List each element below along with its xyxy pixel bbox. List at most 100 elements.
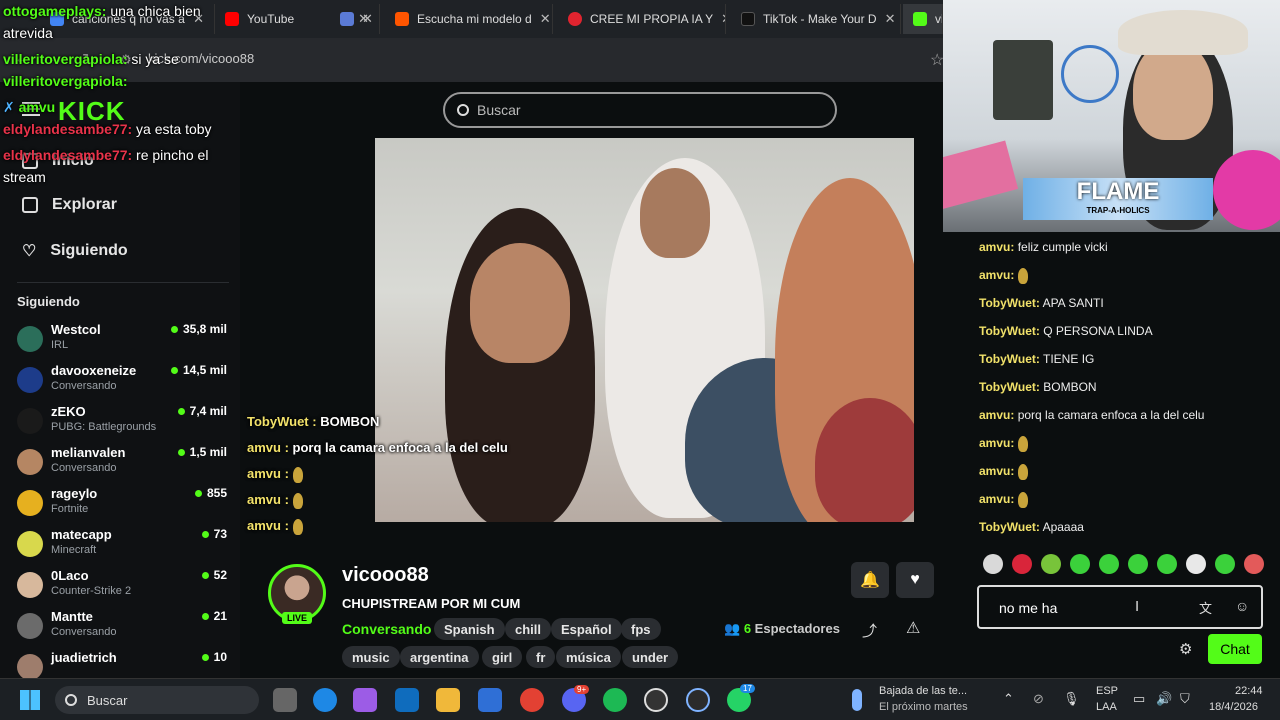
following-channel-row[interactable]: davooxeneize Conversando 14,5 mil [17, 363, 227, 403]
following-channel-row[interactable]: Westcol IRL 35,8 mil [17, 322, 227, 362]
stream-category[interactable]: Conversando [342, 621, 431, 637]
gear-icon[interactable]: ⚙ [1179, 640, 1192, 658]
chat-username[interactable]: TobyWuet: [979, 324, 1040, 338]
emote-icon[interactable] [1244, 554, 1264, 574]
avatar [17, 531, 43, 557]
tag[interactable]: music [342, 646, 400, 668]
translate-icon[interactable]: 文 [1199, 598, 1212, 617]
webcam-overlay: FLAME TRAP-A-HOLICS [943, 0, 1280, 232]
close-icon[interactable]: ✕ [540, 11, 551, 27]
nav-explorar[interactable]: Explorar [22, 196, 117, 214]
tab-cree-ia[interactable]: CREE MI PROPIA IA Y ✕ [558, 4, 726, 34]
live-dot-icon [177, 448, 185, 456]
follow-heart-button[interactable]: ♥ [896, 562, 934, 598]
chat-message: TobyWuet: BOMBON [979, 380, 1097, 394]
shield-icon[interactable]: ⛉ [1180, 691, 1190, 707]
chat-username[interactable]: amvu: [979, 268, 1014, 282]
tag[interactable]: under [622, 646, 679, 668]
viewer-count: 1,5 mil [177, 445, 227, 459]
chat-username[interactable]: TobyWuet: [979, 352, 1040, 366]
notification-bell-button[interactable]: 🔔 [851, 562, 889, 598]
spotify-icon[interactable] [603, 688, 627, 712]
chat-username[interactable]: TobyWuet: [979, 380, 1040, 394]
tag[interactable]: girl [482, 646, 523, 668]
chat-username[interactable]: TobyWuet: [979, 296, 1040, 310]
chat-username[interactable]: amvu: [979, 408, 1014, 422]
weather-title[interactable]: Bajada de las te... [879, 685, 967, 697]
close-icon[interactable]: ✕ [721, 11, 725, 27]
task-view-icon[interactable] [273, 688, 297, 712]
clock-time[interactable]: 22:44 [1235, 685, 1263, 697]
video-chat-line: amvu : [247, 466, 303, 483]
microphone-icon[interactable]: 🎙 [1063, 691, 1080, 707]
avatar [17, 490, 43, 516]
emote-icon[interactable] [1186, 554, 1206, 574]
emote-icon[interactable] [1215, 554, 1235, 574]
report-warning-icon[interactable]: ⚠ [906, 618, 920, 638]
following-channel-row[interactable]: rageylo Fortnite 855 [17, 486, 227, 526]
windows-start-icon[interactable] [20, 690, 40, 710]
channel-name[interactable]: vicooo88 [342, 564, 429, 587]
search-input[interactable]: Buscar [443, 92, 837, 128]
overlay-chat-line: ottogameplays: una chica bien atrevida [3, 3, 201, 41]
emote-icon[interactable] [1070, 554, 1090, 574]
copilot-icon[interactable] [353, 688, 377, 712]
emote-icon[interactable] [1099, 554, 1119, 574]
following-channel-row[interactable]: matecapp Minecraft 73 [17, 527, 227, 567]
file-explorer-icon[interactable] [436, 688, 460, 712]
chat-username[interactable]: TobyWuet: [979, 520, 1040, 534]
nav-siguiendo[interactable]: ♡ Siguiendo [22, 241, 128, 261]
tag[interactable]: música [556, 646, 621, 668]
following-channel-name: Westcol [51, 322, 101, 337]
following-channel-row[interactable]: 0Laco Counter-Strike 2 52 [17, 568, 227, 608]
send-chat-button[interactable]: Chat [1208, 634, 1262, 664]
video-player[interactable] [375, 138, 914, 522]
tag[interactable]: chill [505, 618, 552, 640]
following-channel-row[interactable]: melianvalen Conversando 1,5 mil [17, 445, 227, 485]
emoji-icon[interactable]: ☺ [1235, 598, 1249, 614]
chat-username[interactable]: amvu: [979, 240, 1014, 254]
chat-username[interactable]: amvu: [979, 436, 1014, 450]
whatsapp-badge: 17 [740, 684, 755, 693]
emote-icon[interactable] [983, 554, 1003, 574]
tab-window[interactable]: ✕ [330, 4, 380, 34]
following-channel-category: PUBG: Battlegrounds [51, 421, 157, 433]
chat-input[interactable]: no me ha Ⅰ 文 ☺ [977, 585, 1263, 629]
tag[interactable]: Español [551, 618, 622, 640]
tab-soundcloud[interactable]: Escucha mi modelo d ✕ [385, 4, 553, 34]
display-icon[interactable]: ▭ [1133, 691, 1145, 707]
following-channel-row[interactable]: zEKO PUBG: Battlegrounds 7,4 mil [17, 404, 227, 444]
close-icon[interactable]: ✕ [362, 11, 373, 27]
close-icon[interactable]: ✕ [885, 11, 896, 27]
edge-icon[interactable] [313, 688, 337, 712]
following-channel-category: IRL [51, 339, 69, 351]
following-channel-row[interactable]: Mantte Conversando 21 [17, 609, 227, 649]
taskbar-search[interactable]: Buscar [55, 686, 259, 714]
tab-kick-active[interactable]: vic [903, 4, 943, 34]
chevron-up-icon[interactable]: ⌃ [1003, 691, 1014, 707]
chat-text: TIENE IG [1043, 352, 1095, 366]
network-off-icon[interactable]: ⊘ [1033, 691, 1044, 707]
emote-icon[interactable] [1012, 554, 1032, 574]
heart-icon: ♡ [22, 243, 37, 260]
chat-username[interactable]: amvu: [979, 492, 1014, 506]
live-dot-icon [201, 530, 209, 538]
tag[interactable]: fr [526, 646, 556, 668]
outlook-icon[interactable] [395, 688, 419, 712]
tab-tiktok[interactable]: TikTok - Make Your D ✕ [731, 4, 901, 34]
tag[interactable]: argentina [400, 646, 479, 668]
chat-username[interactable]: amvu: [979, 464, 1014, 478]
emote-icon[interactable] [1041, 554, 1061, 574]
tag[interactable]: Spanish [434, 618, 505, 640]
search-icon [65, 694, 77, 706]
obs-icon[interactable] [644, 688, 668, 712]
store-icon[interactable] [478, 688, 502, 712]
volume-icon[interactable]: 🔊 [1156, 691, 1172, 707]
chrome-icon[interactable] [520, 688, 544, 712]
ccleaner-icon[interactable] [686, 688, 710, 712]
share-icon[interactable]: ⤴ [862, 620, 877, 641]
emote-icon[interactable] [1128, 554, 1148, 574]
language-indicator[interactable]: ESP [1096, 685, 1118, 697]
emote-icon[interactable] [1157, 554, 1177, 574]
tag[interactable]: fps [621, 618, 661, 640]
